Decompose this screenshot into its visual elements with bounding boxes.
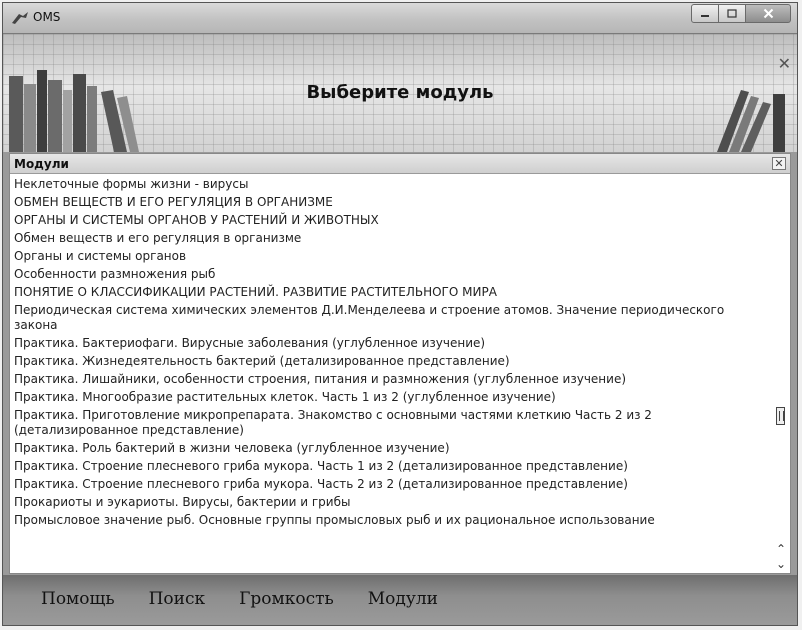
list-item[interactable]: Промысловое значение рыб. Основные групп… [14,512,768,530]
app-icon [12,12,28,24]
modules-list: Неклеточные формы жизни - вирусы ОБМЕН В… [14,176,768,530]
list-item[interactable]: Органы и системы органов [14,248,768,266]
scrollbar-thumb[interactable] [776,407,785,425]
menu-item-modules[interactable]: Модули [368,589,438,609]
panel-close-button[interactable]: ✕ [772,157,786,170]
maximize-icon [727,9,737,18]
scroll-up-icon[interactable]: ⌃ [775,543,787,555]
list-item[interactable]: Практика. Строение плесневого гриба муко… [14,458,768,476]
close-button[interactable] [745,4,791,23]
list-item[interactable]: Прокариоты и эукариоты. Вирусы, бактерии… [14,494,768,512]
list-item[interactable]: Практика. Роль бактерий в жизни человека… [14,440,768,458]
list-item[interactable]: Практика. Строение плесневого гриба муко… [14,476,768,494]
list-item[interactable]: Неклеточные формы жизни - вирусы [14,176,768,194]
minimize-button[interactable] [691,4,719,23]
window-title: OMS [33,10,61,24]
list-item[interactable]: ОБМЕН ВЕЩЕСТВ И ЕГО РЕГУЛЯЦИЯ В ОРГАНИЗМ… [14,194,768,212]
title-bar: OMS [3,3,797,34]
books-left-image [9,70,139,152]
app-window: OMS ✕ Выберите модуль Модули ✕ Неклеточн… [2,2,798,626]
list-item[interactable]: ОРГАНЫ И СИСТЕМЫ ОРГАНОВ У РАСТЕНИЙ И ЖИ… [14,212,768,230]
list-item[interactable]: Практика. Бактериофаги. Вирусные заболев… [14,335,768,353]
list-item[interactable]: Практика. Лишайники, особенности строени… [14,371,768,389]
bottom-menu-bar: Помощь Поиск Громкость Модули [3,575,797,625]
list-item[interactable]: Практика. Жизнедеятельность бактерий (де… [14,353,768,371]
list-item[interactable]: Практика. Многообразие растительных клет… [14,389,768,407]
menu-item-volume[interactable]: Громкость [239,589,334,609]
window-controls [691,4,791,24]
panel-header: Модули ✕ [10,154,790,174]
list-item[interactable]: Периодическая система химических элемент… [14,302,768,335]
close-icon [763,8,773,19]
panel-title: Модули [14,157,69,171]
modules-panel: Модули ✕ Неклеточные формы жизни - вирус… [9,153,791,574]
maximize-button[interactable] [719,4,745,23]
list-item[interactable]: ПОНЯТИЕ О КЛАССИФИКАЦИИ РАСТЕНИЙ. РАЗВИТ… [14,284,768,302]
list-item[interactable]: Практика. Приготовление микропрепарата. … [14,407,768,440]
bottom-menu: Помощь Поиск Громкость Модули [41,589,472,609]
close-icon: ✕ [774,157,784,170]
page-title: Выберите модуль [306,82,494,103]
list-item[interactable]: Обмен веществ и его регуляция в организм… [14,230,768,248]
vertical-scrollbar[interactable]: ⌃ ⌄ [772,174,790,573]
menu-item-search[interactable]: Поиск [149,589,206,609]
banner-decor-icon: ✕ [777,54,791,73]
header-banner: ✕ Выберите модуль [3,34,797,152]
minimize-icon [701,14,709,17]
list-item[interactable]: Особенности размножения рыб [14,266,768,284]
scroll-down-icon[interactable]: ⌄ [775,558,787,570]
menu-item-help[interactable]: Помощь [41,589,115,609]
